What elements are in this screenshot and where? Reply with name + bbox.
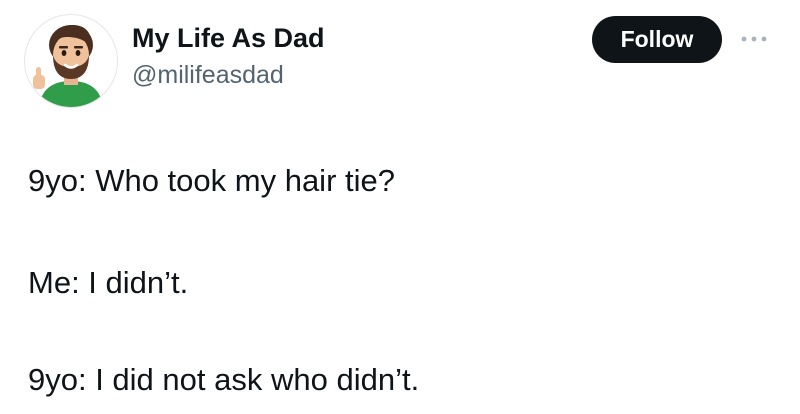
avatar[interactable] [24, 14, 118, 108]
author-handle[interactable]: @milifeasdad [132, 60, 284, 90]
follow-button[interactable]: Follow [592, 16, 722, 63]
avatar-icon [33, 25, 103, 107]
more-options-button[interactable] [737, 26, 771, 52]
more-options-icon [741, 36, 767, 42]
tweet-text-line: 9yo: I did not ask who didn’t. [28, 362, 420, 397]
tweet-text-line: Me: I didn’t. [28, 265, 189, 300]
tweet-text-line: 9yo: Who took my hair tie? [28, 163, 395, 198]
author-display-name[interactable]: My Life As Dad [132, 22, 325, 54]
